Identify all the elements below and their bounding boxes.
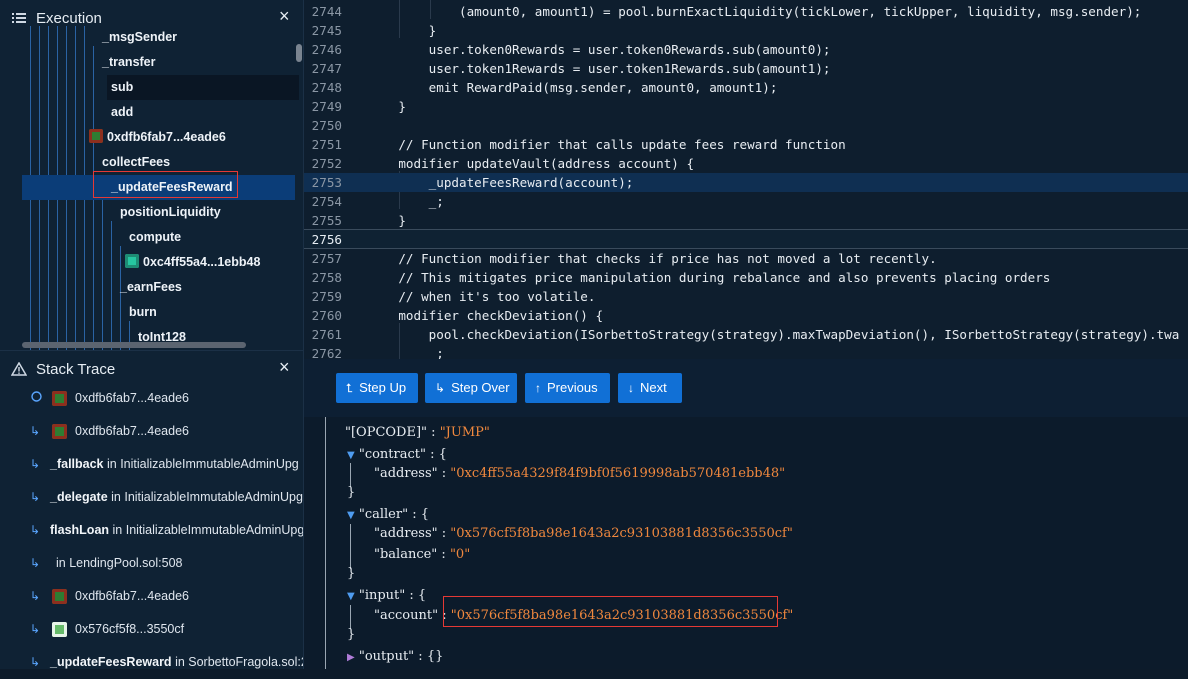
- step-up-icon: ⮤: [346, 381, 354, 395]
- return-arrow-icon: ↳: [30, 589, 41, 603]
- code-line-highlighted: 2753 _updateFeesReward(account);: [304, 173, 1188, 192]
- tree-guide: [325, 417, 326, 669]
- stack-row[interactable]: ↳ flashLoan in InitializableImmutableAdm…: [0, 514, 303, 547]
- code-line: 2748 emit RewardPaid(msg.sender, amount0…: [311, 80, 778, 95]
- arrow-down-icon: ↓: [628, 381, 634, 395]
- warning-icon: [10, 360, 28, 378]
- horizontal-scrollbar[interactable]: [22, 342, 246, 348]
- stack-row[interactable]: 0xdfb6fab7...4eade6: [0, 382, 303, 415]
- tree-node-sub[interactable]: sub: [107, 75, 299, 100]
- contract-identicon-icon: [89, 129, 103, 143]
- json-close-brace: }: [347, 566, 356, 581]
- contract-identicon-icon: [52, 589, 67, 604]
- code-line: 2746 user.token0Rewards = user.token0Rew…: [311, 42, 831, 57]
- close-icon[interactable]: ×: [279, 7, 293, 25]
- tree-node-earnfees[interactable]: _earnFees: [120, 275, 182, 300]
- tree-guide: [350, 524, 351, 569]
- stack-trace-title: Stack Trace: [36, 360, 116, 378]
- step-up-button[interactable]: ⮤ Step Up: [336, 373, 418, 403]
- tree-node-contract-dfb6[interactable]: 0xdfb6fab7...4eade6: [89, 125, 226, 150]
- return-arrow-icon: ↳: [30, 457, 41, 471]
- json-input[interactable]: ▼ "input" : {: [347, 586, 426, 606]
- code-line-comment: 2751 // Function modifier that calls upd…: [311, 137, 846, 152]
- json-caller-address: "address" : "0x576cf5f8ba98e1643a2c93103…: [374, 526, 793, 541]
- tree-node-transfer[interactable]: _transfer: [102, 50, 156, 75]
- stack-trace-panel: Stack Trace × 0xdfb6fab7...4eade6 ↳ 0xdf…: [0, 350, 303, 670]
- tree-node-compute[interactable]: compute: [129, 225, 181, 250]
- contract-identicon-icon: [52, 391, 67, 406]
- stack-row[interactable]: ↳ 0xdfb6fab7...4eade6: [0, 415, 303, 448]
- code-line: 2761 pool.checkDeviation(ISorbettoStrate…: [311, 327, 1180, 342]
- next-button[interactable]: ↓ Next: [618, 373, 682, 403]
- contract-identicon-icon: [52, 622, 67, 637]
- selected-node-outline: [93, 171, 238, 198]
- stack-row[interactable]: ↳ 0x576cf5f8...3550cf: [0, 613, 303, 646]
- left-sidebar: Execution × _msgSender _transfer sub add…: [0, 0, 304, 669]
- json-caller[interactable]: ▼ "caller" : {: [347, 505, 429, 525]
- code-line-comment: 2759 // when it's too volatile.: [311, 289, 596, 304]
- current-frame-icon: [31, 382, 42, 415]
- contract-identicon-icon: [52, 424, 67, 439]
- json-opcode: "[OPCODE]" : "JUMP": [345, 425, 490, 440]
- tree-node-add[interactable]: add: [111, 100, 133, 125]
- step-over-icon: ↳: [435, 381, 446, 395]
- code-line-cursor: 2756: [304, 229, 1188, 249]
- code-line: 2750: [311, 118, 342, 133]
- tree-node-positionliquidity[interactable]: positionLiquidity: [120, 200, 221, 225]
- collapsed-triangle-icon: ▶: [347, 652, 355, 663]
- json-contract-address: "address" : "0xc4ff55a4329f84f9bf0f56199…: [374, 466, 786, 481]
- code-editor[interactable]: 2744 (amount0, amount1) = pool.burnExact…: [304, 0, 1188, 359]
- code-line: 2744 (amount0, amount1) = pool.burnExact…: [311, 4, 1142, 19]
- tree-guide: [111, 221, 112, 350]
- json-contract[interactable]: ▼ "contract" : {: [347, 445, 447, 465]
- return-arrow-icon: ↳: [30, 556, 41, 570]
- tree-node-burn[interactable]: burn: [129, 300, 157, 325]
- tree-node-contract-c4ff[interactable]: 0xc4ff55a4...1ebb48: [125, 250, 260, 275]
- code-line: 2745 }: [311, 23, 437, 38]
- tree-guide: [102, 196, 103, 350]
- contract-identicon-icon: [125, 254, 139, 268]
- expand-triangle-icon: ▼: [347, 450, 355, 461]
- code-line-comment: 2757 // Function modifier that checks if…: [311, 251, 937, 266]
- code-line: 2762 ;: [311, 346, 444, 359]
- previous-button[interactable]: ↑ Previous: [525, 373, 610, 403]
- vertical-scrollbar[interactable]: [296, 44, 302, 62]
- stack-row[interactable]: ↳ 0xdfb6fab7...4eade6: [0, 580, 303, 613]
- expand-triangle-icon: ▼: [347, 591, 355, 602]
- code-line: 2752 modifier updateVault(address accoun…: [311, 156, 695, 171]
- stack-row[interactable]: ↳ _updateFeesReward in SorbettoFragola.s…: [0, 646, 303, 679]
- json-close-brace: }: [347, 627, 356, 642]
- account-value-outline: [443, 596, 778, 627]
- expand-triangle-icon: ▼: [347, 510, 355, 521]
- debugger-toolbar: ⮤ Step Up ↳ Step Over ↑ Previous ↓ Next: [304, 359, 1188, 417]
- code-line: 2760 modifier checkDeviation() {: [311, 308, 604, 323]
- execution-title: Execution: [36, 9, 102, 27]
- stack-row[interactable]: ↳ _delegate in InitializableImmutableAdm…: [0, 481, 303, 514]
- json-close-brace: }: [347, 485, 356, 500]
- return-arrow-icon: ↳: [30, 655, 41, 669]
- tree-node-msgsender[interactable]: _msgSender: [102, 25, 177, 50]
- return-arrow-icon: ↳: [30, 424, 41, 438]
- return-arrow-icon: ↳: [30, 622, 41, 636]
- return-arrow-icon: ↳: [30, 490, 41, 504]
- step-over-button[interactable]: ↳ Step Over: [425, 373, 517, 403]
- stack-row[interactable]: ↳ in LendingPool.sol:508: [0, 547, 303, 580]
- stack-row[interactable]: ↳ _fallback in InitializableImmutableAdm…: [0, 448, 303, 481]
- close-icon[interactable]: ×: [279, 358, 293, 376]
- json-caller-balance: "balance" : "0": [374, 547, 471, 562]
- json-output[interactable]: ▶ "output" : {}: [347, 647, 443, 667]
- code-line: 2747 user.token1Rewards = user.token1Rew…: [311, 61, 831, 76]
- code-line: 2755 }: [311, 213, 406, 228]
- execution-panel: Execution × _msgSender _transfer sub add…: [0, 0, 303, 350]
- arrow-up-icon: ↑: [535, 381, 541, 395]
- list-icon: [10, 9, 28, 27]
- state-json-viewer: "[OPCODE]" : "JUMP" ▼ "contract" : { "ad…: [304, 417, 1188, 669]
- code-line-comment: 2758 // This mitigates price manipulatio…: [311, 270, 1051, 285]
- code-line: 2749 }: [311, 99, 406, 114]
- return-arrow-icon: ↳: [30, 523, 41, 537]
- code-line: 2754 _;: [311, 194, 444, 209]
